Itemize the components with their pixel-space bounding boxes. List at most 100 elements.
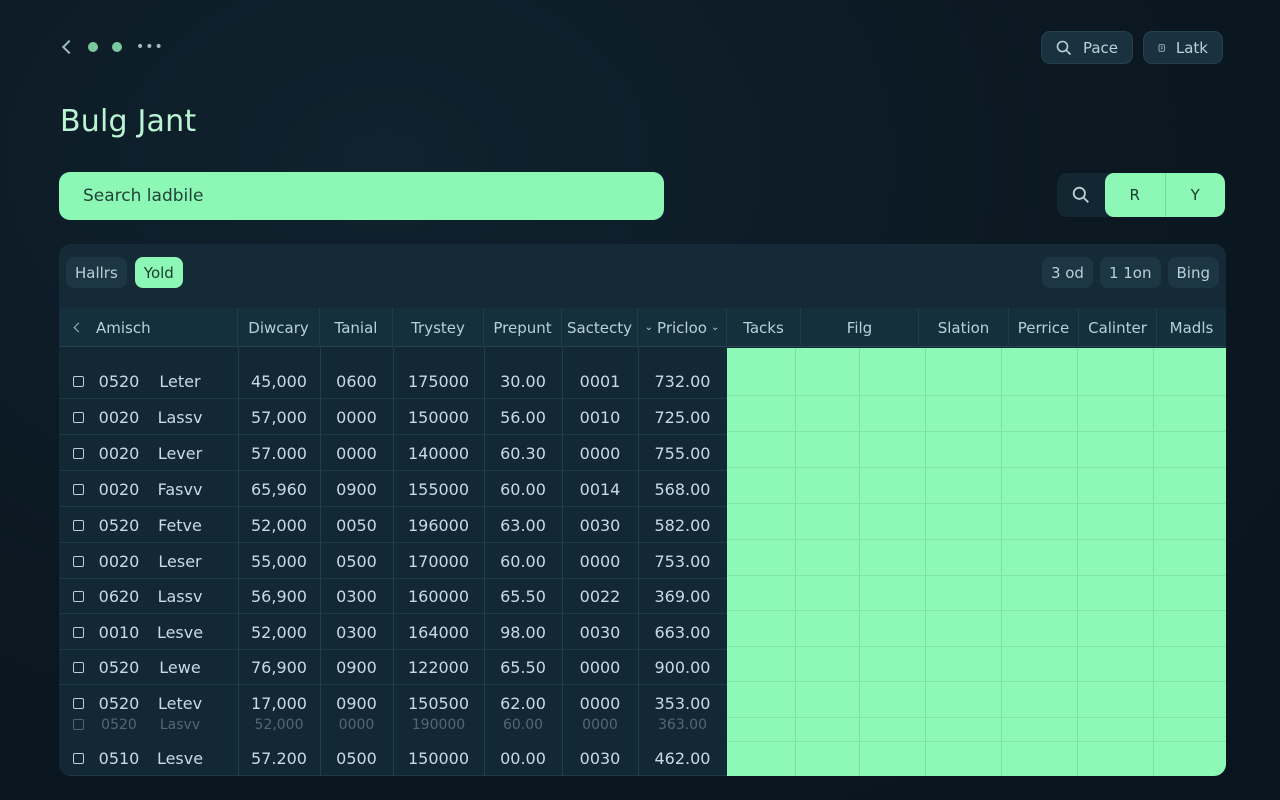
table-cell: Lever bbox=[157, 444, 203, 463]
filter-chip-yold[interactable]: Yold bbox=[134, 257, 183, 288]
table-row[interactable]: 0020 Lassv 57,000 0000 150000 56.00 0010 725.00 bbox=[59, 400, 727, 435]
latch-button-label: Latk bbox=[1175, 38, 1208, 57]
column-header-calinter[interactable]: Calinter bbox=[1079, 308, 1157, 347]
column-header-diwcary[interactable]: Diwcary bbox=[238, 308, 320, 347]
grid-line bbox=[727, 467, 1226, 468]
table-cell: 55,000 bbox=[251, 552, 307, 571]
row-checkbox[interactable] bbox=[73, 556, 84, 567]
table-cell: Lesve bbox=[156, 749, 204, 768]
table-cell: Fetve bbox=[158, 516, 202, 535]
row-checkbox[interactable] bbox=[73, 719, 84, 730]
table-cell: 663.00 bbox=[654, 623, 711, 642]
table-cell: 0020 bbox=[98, 444, 140, 463]
table-cell: 56,900 bbox=[251, 587, 307, 606]
row-checkbox[interactable] bbox=[73, 520, 84, 531]
latch-button[interactable]: Latk bbox=[1143, 31, 1223, 64]
filter-chips: Hallrs Yold bbox=[66, 257, 183, 288]
table-row[interactable]: 0020 Fasvv 65,960 0900 155000 60.00 0014 568.00 bbox=[59, 472, 727, 507]
table-row[interactable]: 0510 Lesve 57.200 0500 150000 00.00 0030 462.00 bbox=[59, 741, 727, 776]
row-checkbox[interactable] bbox=[73, 753, 84, 764]
search-bar[interactable] bbox=[59, 172, 664, 220]
table-row[interactable]: 0020 Leser 55,000 0500 170000 60.00 0000 753.00 bbox=[59, 544, 727, 579]
filter-chip-hallrs[interactable]: Hallrs bbox=[66, 257, 127, 288]
view-chip-bing[interactable]: Bing bbox=[1167, 257, 1219, 288]
row-checkbox[interactable] bbox=[73, 484, 84, 495]
column-header-amisch[interactable]: Amisch bbox=[59, 308, 238, 347]
row-checkbox[interactable] bbox=[73, 662, 84, 673]
grid-line bbox=[859, 348, 860, 776]
table-cell: 65.50 bbox=[500, 658, 546, 677]
table-row[interactable]: 0010 Lesve 52,000 0300 164000 98.00 0030 663.00 bbox=[59, 615, 727, 650]
search-icon bbox=[1056, 40, 1072, 55]
collapse-icon[interactable] bbox=[73, 322, 84, 333]
sort-button[interactable]: R bbox=[1105, 173, 1165, 217]
table-cell: 568.00 bbox=[654, 480, 711, 499]
table-cell: 0010 bbox=[98, 623, 140, 642]
column-header-trystey[interactable]: Trystey bbox=[393, 308, 484, 347]
sort-icon: R bbox=[1129, 186, 1140, 204]
table-row[interactable]: 0620 Lassv 56,900 0300 160000 65.50 0022 369.00 bbox=[59, 579, 727, 614]
column-header-madls[interactable]: Madls bbox=[1157, 308, 1226, 347]
table-row[interactable]: 0520 Lewe 76,900 0900 122000 65.50 0000 900.00 bbox=[59, 650, 727, 685]
column-header-tacks[interactable]: Tacks bbox=[727, 308, 801, 347]
toolbar-search-button[interactable] bbox=[1057, 173, 1105, 217]
table-row[interactable]: 0520 Lasvv 52,000 0000 190000 60.00 0000 363.00 bbox=[59, 707, 727, 742]
table-cell: 122000 bbox=[407, 658, 470, 677]
column-header-prepunt[interactable]: Prepunt bbox=[484, 308, 562, 347]
column-header-sactecty[interactable]: Sactecty bbox=[562, 308, 638, 347]
table-cell: 175000 bbox=[407, 372, 470, 391]
table-cell: 0520 bbox=[101, 716, 137, 733]
table-cell: 00.00 bbox=[500, 749, 546, 768]
table-row[interactable]: 0020 Lever 57.000 0000 140000 60.30 0000 755.00 bbox=[59, 436, 727, 471]
more-icon[interactable]: ••• bbox=[136, 40, 164, 54]
filter-button[interactable]: Y bbox=[1164, 173, 1226, 217]
pace-button[interactable]: Pace bbox=[1041, 31, 1133, 64]
table-cell: 60.30 bbox=[500, 444, 546, 463]
status-dot-icon bbox=[88, 42, 98, 52]
table-cell: 732.00 bbox=[654, 372, 711, 391]
table-cell: 0001 bbox=[579, 372, 621, 391]
table-cell: 170000 bbox=[407, 552, 470, 571]
view-chip-11on[interactable]: 1 1on bbox=[1099, 257, 1161, 288]
table-cell: 190000 bbox=[411, 716, 466, 733]
table-cell: 363.00 bbox=[658, 716, 707, 733]
grid-line bbox=[727, 681, 1226, 682]
table-row[interactable]: 0520 Fetve 52,000 0050 196000 63.00 0030 582.00 bbox=[59, 508, 727, 543]
row-checkbox[interactable] bbox=[73, 448, 84, 459]
table-cell: 63.00 bbox=[500, 516, 546, 535]
table-cell: 0020 bbox=[98, 408, 140, 427]
table-cell: Lewe bbox=[159, 658, 201, 677]
grid-line bbox=[727, 741, 1226, 742]
table-cell: 0300 bbox=[336, 587, 377, 606]
table-cell: 0000 bbox=[579, 444, 621, 463]
column-header-filg[interactable]: Filg bbox=[801, 308, 919, 347]
column-header-tanial[interactable]: Tanial bbox=[320, 308, 393, 347]
table-header: Amisch Diwcary Tanial Trystey Prepunt Sa… bbox=[59, 308, 1226, 347]
search-input[interactable] bbox=[83, 186, 664, 206]
top-actions: Pace Latk bbox=[1041, 31, 1223, 64]
table-row[interactable]: 0520 Leter 45,000 0600 175000 30.00 0001 732.00 bbox=[59, 364, 727, 399]
view-chip-3od[interactable]: 3 od bbox=[1041, 257, 1093, 288]
table-cell: 155000 bbox=[407, 480, 470, 499]
column-header-pricloo[interactable]: ⌄ Pricloo ⌄ bbox=[638, 308, 727, 347]
filter-icon: Y bbox=[1190, 186, 1200, 204]
table-cell: 0500 bbox=[336, 749, 377, 768]
table-cell: 0000 bbox=[582, 716, 618, 733]
table-cell: Leter bbox=[159, 372, 201, 391]
table-cell: 0000 bbox=[579, 552, 621, 571]
table-cell: 140000 bbox=[407, 444, 470, 463]
table-cell: 150000 bbox=[407, 749, 470, 768]
back-chevron-icon[interactable] bbox=[61, 39, 77, 55]
column-header-perrice[interactable]: Perrice bbox=[1009, 308, 1079, 347]
grid-line bbox=[1153, 348, 1154, 776]
grid-line bbox=[1077, 348, 1078, 776]
row-checkbox[interactable] bbox=[73, 376, 84, 387]
table-cell: 0000 bbox=[336, 444, 377, 463]
column-header-slation[interactable]: Slation bbox=[919, 308, 1009, 347]
row-checkbox[interactable] bbox=[73, 591, 84, 602]
row-checkbox[interactable] bbox=[73, 412, 84, 423]
table-cell: 57,000 bbox=[251, 408, 307, 427]
table-cell: 0030 bbox=[579, 749, 621, 768]
row-checkbox[interactable] bbox=[73, 627, 84, 638]
grid-line bbox=[727, 717, 1226, 718]
